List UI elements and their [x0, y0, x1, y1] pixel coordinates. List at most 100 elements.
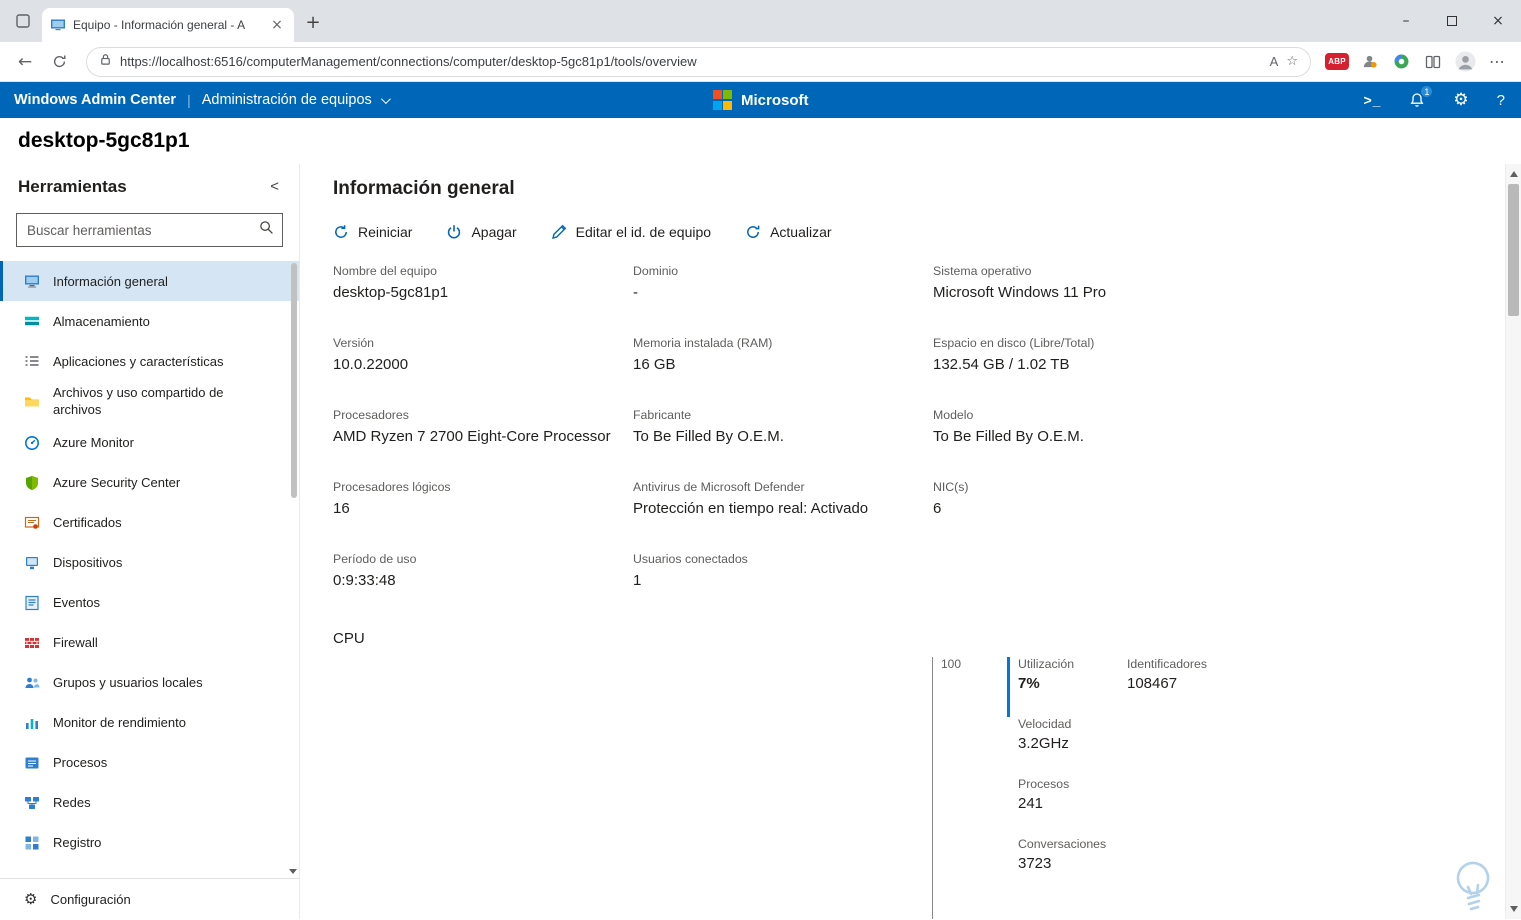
sidebar-collapse-icon[interactable]: <: [264, 176, 285, 197]
field-label: Versión: [333, 336, 375, 350]
field-label: Nombre del equipo: [333, 264, 437, 278]
sidebar-title: Herramientas: [18, 176, 127, 196]
sidebar-item-label: Procesos: [53, 755, 108, 771]
scroll-down-icon[interactable]: [1510, 906, 1518, 912]
field-label: Procesadores lógicos: [333, 480, 451, 494]
cpu-section: 100 Utilización 7% Identificadores 10846…: [333, 657, 1481, 919]
devices-icon: [24, 555, 40, 571]
close-button[interactable]: ×: [1475, 0, 1521, 42]
maximize-button[interactable]: [1429, 0, 1475, 42]
scroll-up-icon[interactable]: [1510, 171, 1518, 177]
shutdown-button[interactable]: Apagar: [446, 224, 517, 240]
sidebar-item-aplicaciones[interactable]: Aplicaciones y características: [0, 341, 299, 381]
password-extension-icon[interactable]: [1355, 48, 1383, 76]
cpu-axis-max: 100: [941, 657, 962, 671]
sidebar-item-label: Azure Monitor: [53, 435, 134, 451]
field-label: Dominio: [633, 264, 679, 278]
sidebar-item-almacenamiento[interactable]: Almacenamiento: [0, 301, 299, 341]
sidebar-scrollbar-thumb[interactable]: [291, 263, 297, 498]
overview-panel: Información general Reiniciar Apagar Edi…: [300, 164, 1521, 919]
profile-avatar[interactable]: [1451, 48, 1479, 76]
field-value: 132.54 GB / 1.02 TB: [933, 356, 1070, 373]
sidebar-item-configuracion[interactable]: ⚙ Configuración: [0, 878, 299, 919]
computer-icon: [24, 273, 40, 289]
field-usuarios-conectados: Usuarios conectados 1: [633, 552, 933, 624]
stat-label: Utilización: [1018, 657, 1075, 671]
favorites-star-icon[interactable]: ☆: [1286, 54, 1298, 69]
system-info-grid: Nombre del equipo desktop-5gc81p1 Domini…: [333, 264, 1481, 624]
read-aloud-icon[interactable]: A: [1270, 54, 1279, 69]
settings-gear-icon[interactable]: ⚙: [1453, 90, 1468, 110]
stat-value: 108467: [1127, 675, 1178, 692]
stat-utilizacion: Utilización 7%: [1007, 657, 1116, 717]
solution-label: Administración de equipos: [201, 92, 372, 108]
stat-procesos: Procesos 241: [1007, 777, 1116, 837]
sidebar-item-redes[interactable]: Redes: [0, 783, 299, 823]
sidebar-item-firewall[interactable]: Firewall: [0, 623, 299, 663]
tab-actions-icon[interactable]: [10, 8, 36, 34]
notifications-bell-icon[interactable]: 1: [1409, 85, 1434, 108]
field-modelo: Modelo To Be Filled By O.E.M.: [933, 408, 1233, 480]
stat-value: 241: [1018, 795, 1044, 812]
browser-extension-icon[interactable]: [1387, 48, 1415, 76]
field-value: 1: [633, 572, 642, 589]
sidebar-item-archivos[interactable]: Archivos y uso compartido de archivos: [0, 381, 299, 423]
main-scrollbar-thumb[interactable]: [1508, 184, 1519, 316]
minimize-button[interactable]: –: [1383, 0, 1429, 42]
refresh-button[interactable]: [44, 47, 74, 77]
sidebar-item-informacion-general[interactable]: Información general: [0, 261, 299, 301]
sidebar-item-azure-monitor[interactable]: Azure Monitor: [0, 423, 299, 463]
powershell-icon[interactable]: >_: [1363, 92, 1381, 108]
field-value: 0:9:33:48: [333, 572, 396, 589]
sidebar-item-grupos-usuarios[interactable]: Grupos y usuarios locales: [0, 663, 299, 703]
sidebar-item-label: Aplicaciones y características: [53, 353, 224, 369]
edit-computer-id-button[interactable]: Editar el id. de equipo: [551, 224, 711, 240]
field-nombre-del-equipo: Nombre del equipo desktop-5gc81p1: [333, 264, 633, 336]
power-icon: [446, 224, 462, 240]
back-button[interactable]: ←: [10, 47, 40, 77]
stat-velocidad: Velocidad 3.2GHz: [1007, 717, 1116, 777]
sidebar-item-certificados[interactable]: Certificados: [0, 503, 299, 543]
sidebar-item-monitor-rendimiento[interactable]: Monitor de rendimiento: [0, 703, 299, 743]
performance-chart-icon: [24, 715, 40, 731]
network-icon: [24, 795, 40, 811]
stat-value: 3.2GHz: [1018, 735, 1069, 752]
sidebar-item-procesos[interactable]: Procesos: [0, 743, 299, 783]
sidebar-item-label: Eventos: [53, 595, 100, 611]
solution-dropdown[interactable]: Administración de equipos: [201, 92, 391, 108]
field-label: Espacio en disco (Libre/Total): [933, 336, 1095, 350]
browser-tab[interactable]: Equipo - Información general - A ×: [42, 8, 294, 42]
sidebar-item-azure-security-center[interactable]: Azure Security Center: [0, 463, 299, 503]
registry-icon: [24, 835, 40, 851]
tool-list: Información general Almacenamiento Aplic…: [0, 261, 299, 878]
pencil-icon: [551, 224, 567, 240]
sidebar-item-dispositivos[interactable]: Dispositivos: [0, 543, 299, 583]
window-controls: – ×: [1383, 0, 1521, 42]
field-value: To Be Filled By O.E.M.: [933, 428, 1084, 445]
refresh-icon: [745, 224, 761, 240]
split-screen-icon[interactable]: [1419, 48, 1447, 76]
adblock-extension-icon[interactable]: ABP: [1323, 48, 1351, 76]
field-value: 16: [333, 500, 350, 517]
stat-label: Conversaciones: [1018, 837, 1107, 851]
tab-close-icon[interactable]: ×: [268, 16, 286, 34]
wac-app-title[interactable]: Windows Admin Center: [14, 92, 176, 108]
new-tab-button[interactable]: +: [300, 9, 326, 35]
tools-search-input[interactable]: [27, 222, 259, 238]
page-title-row: desktop-5gc81p1: [0, 118, 1521, 164]
sidebar-scroll-down-icon[interactable]: [289, 869, 297, 874]
sidebar-item-registro[interactable]: Registro: [0, 823, 299, 863]
field-procesadores: Procesadores AMD Ryzen 7 2700 Eight-Core…: [333, 408, 633, 480]
stat-value: 7%: [1018, 675, 1040, 692]
button-label: Apagar: [471, 224, 517, 240]
main-scrollbar[interactable]: [1505, 164, 1521, 919]
sidebar-item-label: Firewall: [53, 635, 98, 651]
command-bar: Reiniciar Apagar Editar el id. de equipo…: [333, 224, 1481, 240]
sidebar-item-label: Registro: [53, 835, 102, 851]
refresh-data-button[interactable]: Actualizar: [745, 224, 832, 240]
restart-button[interactable]: Reiniciar: [333, 224, 412, 240]
help-icon[interactable]: ?: [1497, 92, 1505, 109]
url-bar[interactable]: https://localhost:6516/computerManagemen…: [86, 46, 1311, 77]
browser-menu-icon[interactable]: ⋯: [1483, 48, 1511, 76]
sidebar-item-eventos[interactable]: Eventos: [0, 583, 299, 623]
